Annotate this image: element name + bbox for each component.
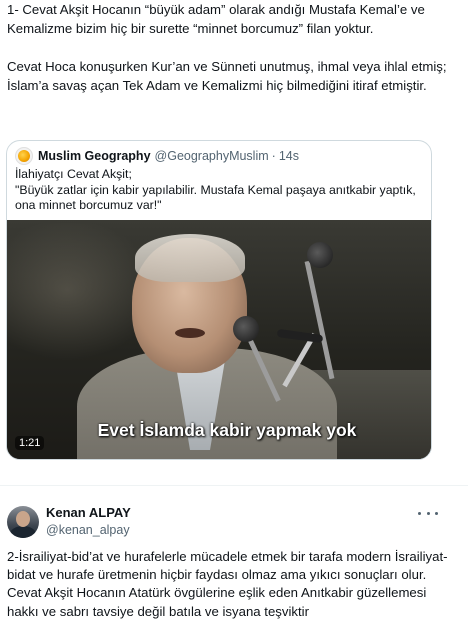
avatar-face — [16, 511, 30, 527]
quoted-tweet-card[interactable]: Muslim Geography @GeographyMuslim · 14s … — [6, 140, 432, 460]
video-subtitle: Evet İslamda kabir yapmak yok — [97, 420, 357, 440]
quoted-tweet-line: "Büyük zatlar için kabir yapılabilir. Mu… — [15, 182, 416, 213]
tweet-paragraph: Cevat Hoca konuşurken Kur’an ve Sünneti … — [7, 59, 447, 93]
quoted-tweet-time[interactable]: 14s — [279, 149, 299, 163]
quoted-tweet-header: Muslim Geography @GeographyMuslim · 14s — [15, 146, 299, 166]
avatar-suit — [10, 526, 36, 538]
avatar[interactable] — [7, 506, 39, 538]
quoted-tweet-line: İlahiyatçı Cevat Akşit; — [15, 167, 132, 181]
speaker-mouth — [175, 328, 205, 338]
quoted-author-name[interactable]: Muslim Geography — [38, 149, 151, 163]
tweet-paragraph: 1- Cevat Akşit Hocanın “büyük adam” olar… — [7, 2, 425, 36]
quoted-tweet-text: İlahiyatçı Cevat Akşit; "Büyük zatlar iç… — [15, 167, 425, 214]
separator-dot: · — [271, 149, 276, 163]
quoted-author-handle[interactable]: @GeographyMuslim — [155, 149, 269, 163]
tweet-text: 1- Cevat Akşit Hocanın “büyük adam” olar… — [7, 0, 447, 95]
video-player[interactable]: Evet İslamda kabir yapmak yok 1:21 — [7, 220, 431, 459]
tweet-line: 2-İsrailiyat-bid’at ve hurafelerle mücad… — [7, 549, 448, 583]
tweet-line: Cevat Akşit Hocanın Atatürk övgülerine e… — [7, 585, 427, 619]
author-name[interactable]: Kenan ALPAY — [46, 505, 131, 520]
microphone-icon — [307, 242, 333, 268]
tweet-text: 2-İsrailiyat-bid’at ve hurafelerle mücad… — [7, 548, 452, 621]
microphone-icon — [233, 316, 259, 342]
speaker-hair — [135, 234, 245, 282]
more-horizontal-icon[interactable] — [418, 506, 438, 520]
author-handle[interactable]: @kenan_alpay — [46, 523, 130, 537]
video-duration: 1:21 — [15, 436, 45, 450]
tweet-divider — [0, 485, 468, 486]
globe-logo-icon[interactable] — [15, 147, 33, 165]
